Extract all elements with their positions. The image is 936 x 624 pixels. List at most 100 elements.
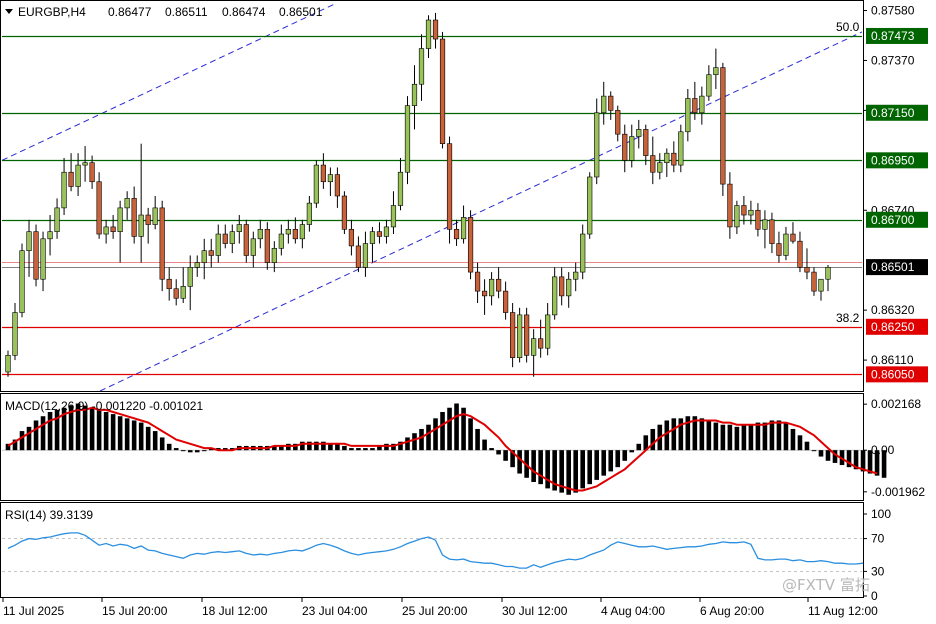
candle-body [713,67,719,76]
macd-bar [762,422,768,451]
macd-bar [286,443,291,451]
candle-body [75,164,81,187]
candle-body [720,67,726,185]
candle-body [397,171,404,206]
current-price-label: 0.86501 [871,260,915,274]
macd-tick-label: 0.002168 [871,397,921,411]
macd-bar [615,450,621,468]
level-price-label: 0.86250 [871,320,915,334]
macd-bar [131,420,137,451]
candle-body [159,207,165,280]
price-tick-label: 0.86320 [871,303,915,317]
macd-bar [629,450,635,453]
candle-body [671,152,677,166]
macd-bar [384,443,389,451]
chart-canvas: 50.038.2 0.875800.873700.871600.867400.8… [0,0,928,618]
macd-bar [811,450,817,452]
channel-upper-line [1,2,337,161]
time-tick-label: 25 Jul 20:00 [402,604,468,618]
price-axis: 0.875800.873700.871600.867400.863200.861… [863,4,928,603]
time-tick-label: 15 Jul 20:00 [102,604,168,618]
macd-bar [776,420,782,451]
candle-body [250,238,256,256]
candle-body [124,198,130,209]
candle-body [748,209,754,216]
candle-body [741,205,747,216]
candle-body [818,278,824,292]
candle-body [369,231,376,244]
candle-body [601,95,607,114]
macd-label: MACD(12,26,9) -0.001220 -0.001021 [5,399,203,413]
macd-bar [356,448,361,451]
time-tick-label: 18 Jul 12:00 [202,604,268,618]
candle-body [299,224,305,240]
time-tick-label: 23 Jul 04:00 [302,604,368,618]
candle-body [341,195,348,230]
macd-bar [699,418,705,451]
macd-bar [349,448,354,451]
macd-bar [727,424,733,451]
candle-body [790,233,796,242]
candle-body [692,98,698,114]
candle-body [327,174,333,183]
candle-body [208,250,214,256]
candle-body [776,243,782,256]
candle-body [664,152,670,164]
candle-body [194,262,200,268]
candle-body [278,233,284,249]
candle-body [411,83,418,106]
candle-body [390,205,397,228]
candle-body [587,176,593,235]
candle-body [222,233,228,244]
candle-body [96,181,102,235]
time-axis: 11 Jul 2025 15 Jul 20:00 18 Jul 12:00 23 Ju… [2,598,878,618]
macd-bar [587,450,593,485]
macd-bar [405,437,410,451]
candle-body [187,267,193,287]
macd-bar [145,426,151,451]
candle-body [54,207,60,232]
candle-body [615,110,621,135]
macd-bar [671,418,677,451]
macd-bar [531,450,536,483]
macd-bar [89,407,95,451]
price-tick-label: 0.87580 [871,4,915,18]
macd-bar [594,450,600,480]
fib-label-1: 38.2 [836,311,860,325]
macd-bar [573,450,578,493]
candle-body [89,162,95,183]
macd-bar [124,418,130,451]
macd-bar [608,450,614,472]
macd-bar [538,450,543,485]
time-tick-label: 11 Aug 12:00 [808,604,878,618]
macd-indicator [2,403,887,495]
rsi-tick-label: 70 [871,532,885,546]
candle-body [566,278,572,297]
candle-body [755,209,761,230]
candle-body [117,207,123,232]
candle-body [229,231,235,244]
time-tick-label: 11 Jul 2025 [3,604,64,618]
candle-body [355,245,362,268]
candle-body [559,276,565,297]
level-price-label: 0.86700 [871,213,915,227]
macd-bar [103,411,109,451]
candle-body [453,228,460,240]
macd-bar [363,448,368,451]
candle-body [531,338,537,356]
candle-body [425,19,432,49]
symbol-dropdown-icon[interactable] [5,9,13,14]
candle-body [446,143,453,230]
candle-body [629,136,635,161]
macd-bar [713,422,719,451]
candle-body [467,217,474,273]
trend-lines [1,2,863,392]
macd-bar [545,450,550,489]
macd-bar [187,450,193,453]
rsi-tick-label: 100 [871,507,891,521]
candle-body [460,217,467,240]
candle-body [488,278,495,297]
macd-bar [734,426,740,451]
macd-bar [496,450,501,455]
candle-body [636,129,642,137]
